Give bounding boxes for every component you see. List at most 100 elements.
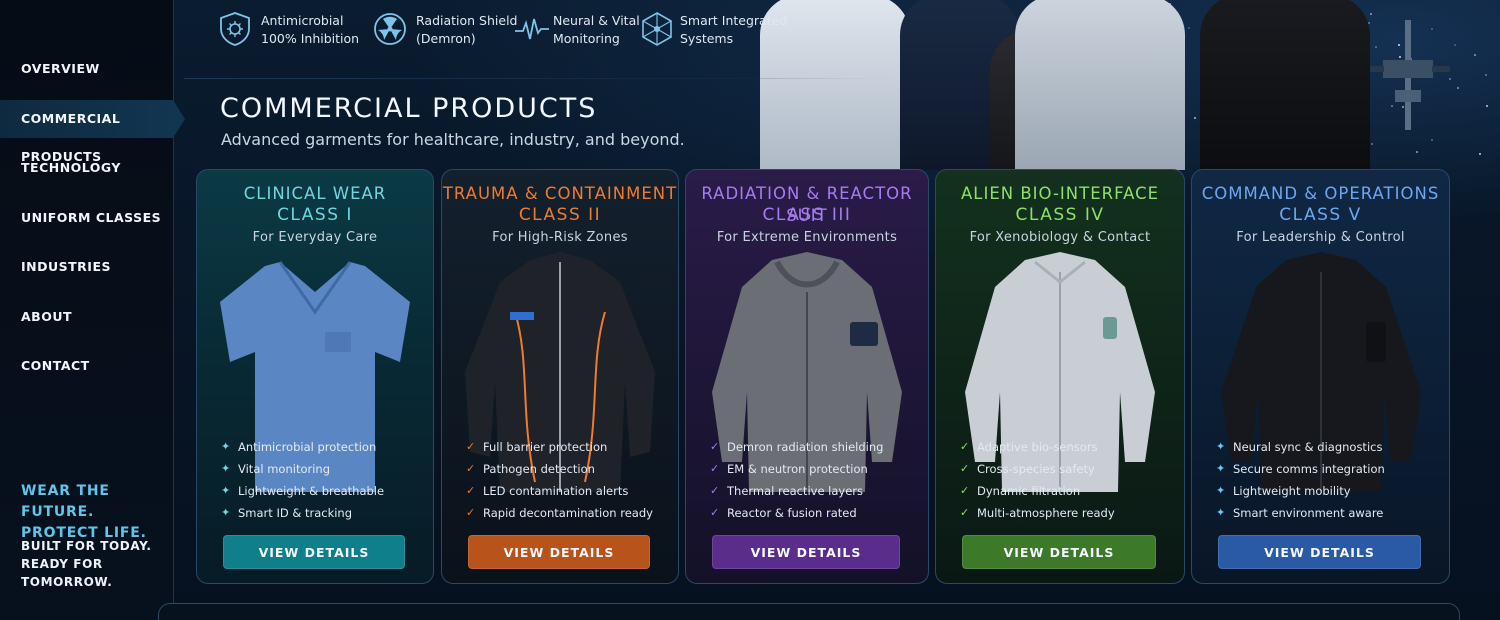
sidebar-item-about[interactable]: ABOUT: [0, 298, 173, 336]
sidebar-item-overview[interactable]: OVERVIEW: [0, 50, 173, 88]
list-item: ✓ Reactor & fusion rated: [710, 506, 857, 520]
sidebar-tagline: WEAR THE FUTURE. PROTECT LIFE.: [21, 481, 173, 544]
check-bullet-icon: ✓: [960, 484, 970, 497]
check-bullet-icon: ✓: [710, 440, 720, 453]
check-bullet-icon: ✓: [960, 462, 970, 475]
list-item: ✓ Pathogen detection: [466, 462, 595, 476]
list-item: ✦ Neural sync & diagnostics: [1216, 440, 1383, 454]
card-class: CLASS V: [1279, 205, 1362, 225]
card-title: TRAUMA & CONTAINMENT: [442, 184, 678, 203]
list-item: ✓ Cross-species safety: [960, 462, 1095, 476]
card-feature-list: ✓ Demron radiation shielding ✓ EM & neutro…: [710, 438, 883, 526]
product-card-class-2: TRAUMA & CONTAINMENT CLASS II For High-R…: [441, 169, 679, 584]
sparkle-bullet-icon: ✦: [221, 506, 231, 519]
feature-radiation-line2: (Demron): [416, 31, 476, 46]
card-subtitle: For Everyday Care: [252, 230, 378, 245]
feature-smart-line2: Systems: [680, 31, 734, 46]
check-bullet-icon: ✓: [466, 440, 476, 453]
star: [1415, 150, 1418, 153]
star: [1484, 73, 1487, 76]
page-subtitle: Advanced garments for healthcare, indust…: [221, 130, 685, 149]
card-subtitle: For High-Risk Zones: [492, 230, 628, 245]
card-class: CLASS IV: [1015, 205, 1105, 225]
card-subtitle: For Extreme Environments: [716, 230, 898, 245]
view-details-button-class-2[interactable]: VIEW DETAILS: [468, 535, 650, 569]
subtagline-line-2: READY FOR TOMORROW.: [21, 557, 113, 589]
page-title: COMMERCIAL PRODUCTS: [220, 93, 598, 124]
feature-neural-line2: Monitoring: [553, 31, 620, 46]
check-bullet-icon: ✓: [710, 462, 720, 475]
check-bullet-icon: ✓: [710, 506, 720, 519]
sparkle-bullet-icon: ✦: [1216, 484, 1226, 497]
feature-smart-line1: Smart Integrated: [680, 13, 788, 28]
list-item: ✓ Full barrier protection: [466, 440, 608, 454]
check-bullet-icon: ✓: [466, 506, 476, 519]
list-item: ✦ Lightweight & breathable: [221, 484, 385, 498]
check-bullet-icon: ✓: [960, 440, 970, 453]
list-item: ✦ Antimicrobial protection: [221, 440, 377, 454]
list-item: ✦ Secure comms integration: [1216, 462, 1385, 476]
card-subtitle: For Xenobiology & Contact: [969, 230, 1151, 245]
star: [1486, 104, 1489, 107]
product-card-class-4: ALIEN BIO-INTERFACE CLASS IV For Xenobio…: [935, 169, 1185, 584]
star: [1474, 53, 1477, 56]
check-bullet-icon: ✓: [466, 462, 476, 475]
card-class: CLASS I: [277, 205, 353, 225]
card-feature-list: ✦ Neural sync & diagnostics ✦ Secure comms…: [1216, 438, 1385, 526]
sidebar-item-contact[interactable]: CONTACT: [0, 347, 173, 385]
sidebar-item-commercial-products[interactable]: COMMERCIAL PRODUCTS: [0, 99, 185, 164]
feature-neural-line1: Neural & Vital: [553, 13, 640, 28]
card-feature-list: ✦ Antimicrobial protection ✦ Vital monitor…: [221, 438, 384, 526]
sidebar-item-technology[interactable]: TECHNOLOGY: [0, 149, 173, 187]
product-card-class-5: COMMAND & OPERATIONS CLASS V For Leaders…: [1191, 169, 1450, 584]
list-item: ✦ Smart environment aware: [1216, 506, 1384, 520]
radiation-icon: [374, 13, 406, 45]
product-card-class-1: CLINICAL WEAR CLASS I For Everyday Care …: [196, 169, 434, 584]
sidebar: OVERVIEW COMMERCIAL PRODUCTS TECHNOLOGY …: [0, 0, 185, 620]
sidebar-item-industries[interactable]: INDUSTRIES: [0, 248, 173, 286]
list-item: ✓ Thermal reactive layers: [710, 484, 864, 498]
card-title: ALIEN BIO-INTERFACE: [960, 184, 1160, 203]
space-station-image: [1370, 20, 1450, 130]
list-item: ✓ Dynamic filtration: [960, 484, 1081, 498]
sparkle-bullet-icon: ✦: [221, 484, 231, 497]
view-details-button-class-1[interactable]: VIEW DETAILS: [223, 535, 405, 569]
view-details-button-class-5[interactable]: VIEW DETAILS: [1218, 535, 1421, 569]
list-item: ✦ Smart ID & tracking: [221, 506, 353, 520]
hero-crew-image: [750, 0, 1380, 170]
sidebar-subtagline: BUILT FOR TODAY. READY FOR TOMORROW.: [21, 537, 173, 591]
list-item: ✓ LED contamination alerts: [466, 484, 629, 498]
list-item: ✓ Multi-atmosphere ready: [960, 506, 1115, 520]
card-feature-list: ✓ Adaptive bio-sensors ✓ Cross-species saf…: [960, 438, 1115, 526]
shield-microbe-icon: [220, 12, 250, 46]
list-item: ✓ Demron radiation shielding: [710, 440, 884, 454]
sparkle-bullet-icon: ✦: [221, 462, 231, 475]
sidebar-nav: OVERVIEW COMMERCIAL PRODUCTS TECHNOLOGY …: [0, 50, 185, 397]
network-icon: [642, 12, 672, 46]
list-item: ✦ Vital monitoring: [221, 462, 330, 476]
subtagline-line-1: BUILT FOR TODAY.: [21, 539, 152, 553]
sparkle-bullet-icon: ✦: [1216, 462, 1226, 475]
card-class: CLASS III: [762, 205, 852, 225]
list-item: ✦ Lightweight mobility: [1216, 484, 1351, 498]
view-details-button-class-4[interactable]: VIEW DETAILS: [962, 535, 1156, 569]
check-bullet-icon: ✓: [710, 484, 720, 497]
card-title: CLINICAL WEAR: [243, 184, 387, 203]
feature-radiation-line1: Radiation Shield: [416, 13, 518, 28]
card-subtitle: For Leadership & Control: [1236, 230, 1405, 245]
feature-antimicrobial-line2: 100% Inhibition: [261, 31, 360, 46]
star: [1457, 87, 1460, 90]
sidebar-item-uniform-classes[interactable]: UNIFORM CLASSES: [0, 199, 173, 237]
feature-antimicrobial-line1: Antimicrobial: [261, 13, 344, 28]
heartbeat-icon: [515, 18, 549, 40]
check-bullet-icon: ✓: [466, 484, 476, 497]
star: [1478, 152, 1481, 155]
view-details-button-class-3[interactable]: VIEW DETAILS: [712, 535, 900, 569]
list-item: ✓ Adaptive bio-sensors: [960, 440, 1098, 454]
card-title: COMMAND & OPERATIONS: [1201, 184, 1440, 203]
sparkle-bullet-icon: ✦: [221, 440, 231, 453]
star: [1430, 139, 1433, 142]
card-class: CLASS II: [518, 205, 602, 225]
check-bullet-icon: ✓: [960, 506, 970, 519]
sparkle-bullet-icon: ✦: [1216, 440, 1226, 453]
